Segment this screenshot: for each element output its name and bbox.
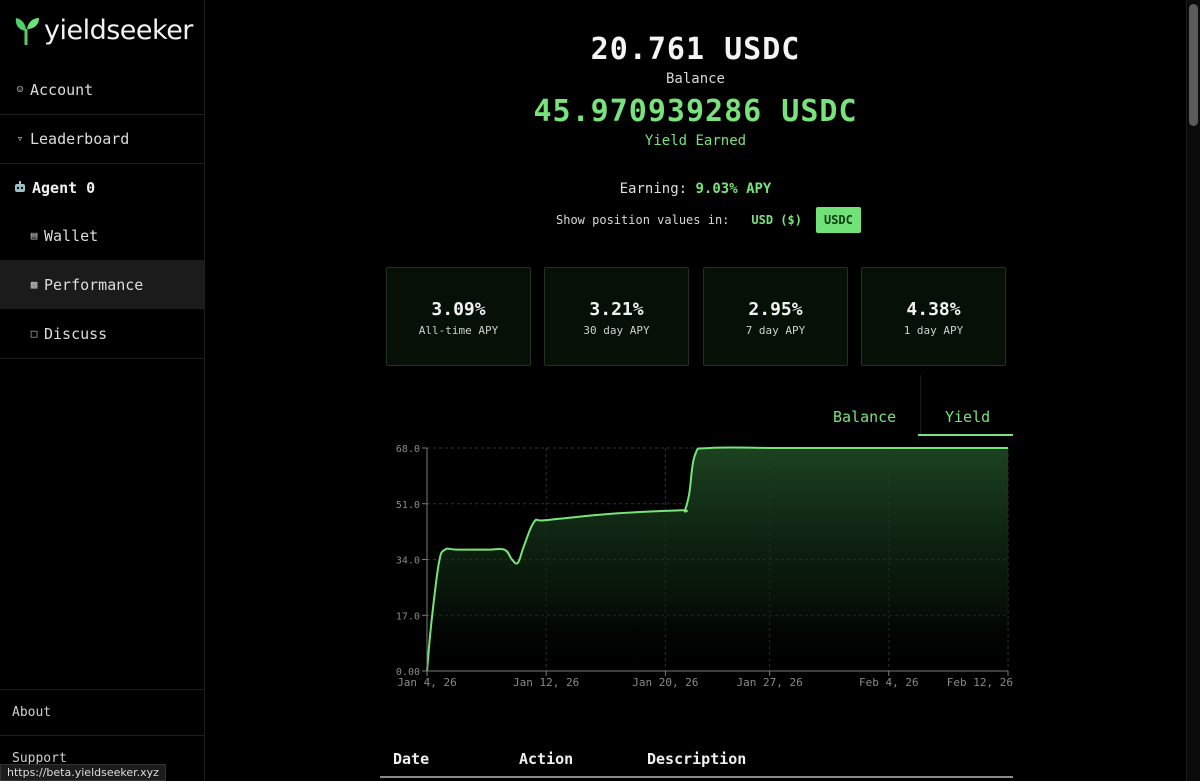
table-header-description[interactable]: Description [647, 750, 746, 768]
logo-text: yieldseeker [44, 14, 193, 46]
y-tick-label: 51.0 [396, 500, 420, 511]
trophy-icon: ▿ [16, 132, 24, 145]
y-tick-label: 17.0 [396, 611, 420, 622]
position-toggle: Show position values in: USD ($) USDC [556, 206, 861, 233]
yield-label: Yield Earned [644, 133, 747, 149]
divider [0, 735, 204, 736]
usd-toggle-button[interactable]: USD ($) [743, 207, 810, 233]
scrollbar[interactable] [1186, 0, 1200, 781]
person-icon: ☺ [16, 83, 24, 96]
apy-card-label: 30 day APY [583, 324, 650, 337]
y-tick-label: 68.0 [396, 444, 420, 455]
usdc-toggle-button[interactable]: USDC [815, 206, 861, 233]
chat-icon: □ [30, 327, 38, 340]
earning-label: Earning: [619, 181, 688, 197]
sidebar-item-label: Leaderboard [30, 129, 130, 148]
sidebar-item-agent[interactable]: Agent 0 [0, 163, 204, 212]
sidebar-item-label: Account [30, 80, 94, 99]
table-header-date[interactable]: Date [393, 750, 429, 768]
sidebar-item-wallet[interactable]: ▤ Wallet [0, 211, 204, 260]
sprout-logo-icon [15, 18, 39, 45]
apy-card-label: All-time APY [418, 324, 499, 337]
yield-value: 45.970939286 USDC [533, 94, 858, 129]
sidebar-item-account[interactable]: ☺ Account [0, 65, 204, 114]
tab-balance[interactable]: Balance [833, 408, 896, 426]
table-header-action[interactable]: Action [519, 750, 573, 768]
x-tick-label: Jan 4, 26 [397, 676, 457, 689]
bar-chart-icon: ▩ [30, 278, 38, 291]
balance-value: 20.761 USDC [590, 32, 801, 67]
apy-card-value: 3.09% [431, 299, 486, 320]
tabs-divider [920, 375, 921, 435]
yield-area [427, 447, 1008, 671]
robot-icon [12, 180, 28, 195]
sidebar-item-label: Agent 0 [32, 178, 96, 197]
divider [0, 689, 204, 690]
sidebar-item-leaderboard[interactable]: ▿ Leaderboard [0, 114, 204, 163]
apy-card-label: 1 day APY [903, 324, 964, 337]
sidebar-item-discuss[interactable]: □ Discuss [0, 309, 204, 358]
about-link[interactable]: About [12, 705, 51, 720]
sidebar-item-label: Wallet [44, 226, 99, 245]
apy-card-7-day: 2.95% 7 day APY [703, 267, 848, 366]
logo[interactable]: yieldseeker [14, 14, 193, 46]
sidebar-item-label: Performance [44, 275, 144, 294]
x-tick-label: Jan 12, 26 [513, 676, 579, 689]
apy-card-30-day: 3.21% 30 day APY [544, 267, 689, 366]
apy-card-1-day: 4.38% 1 day APY [861, 267, 1006, 366]
apy-card-value: 2.95% [748, 299, 803, 320]
table-header-underline [380, 776, 1013, 778]
sidebar-item-label: Discuss [44, 324, 108, 343]
x-tick-label: Jan 20, 26 [632, 676, 698, 689]
balance-label: Balance [665, 71, 725, 87]
earning-apy: 9.03% APY [695, 181, 772, 197]
apy-card-value: 3.21% [589, 299, 644, 320]
earning-line: Earning: 9.03% APY [205, 181, 1186, 197]
position-toggle-label: Show position values in: [556, 212, 730, 227]
y-tick-label: 34.0 [396, 556, 420, 567]
apy-card-all-time: 3.09% All-time APY [386, 267, 531, 366]
tab-yield-underline [918, 434, 1013, 436]
yield-chart[interactable]: 0.0017.034.051.068.0Jan 4, 26 Jan 12, 26 J… [380, 440, 1020, 695]
wallet-icon: ▤ [30, 229, 38, 242]
divider [0, 358, 204, 359]
apy-card-label: 7 day APY [745, 324, 806, 337]
sidebar: yieldseeker ☺ Account ▿ Leaderboard Agen… [0, 0, 205, 781]
apy-card-value: 4.38% [906, 299, 961, 320]
sidebar-item-performance[interactable]: ▩ Performance [0, 260, 204, 309]
tab-yield[interactable]: Yield [945, 408, 990, 426]
x-tick-label: Feb 12, 26 [947, 676, 1013, 689]
x-tick-label: Jan 27, 26 [737, 676, 803, 689]
scrollbar-thumb[interactable] [1189, 4, 1198, 126]
status-url-tooltip: https://beta.yieldseeker.xyz [0, 764, 166, 781]
x-tick-label: Feb 4, 26 [859, 676, 919, 689]
